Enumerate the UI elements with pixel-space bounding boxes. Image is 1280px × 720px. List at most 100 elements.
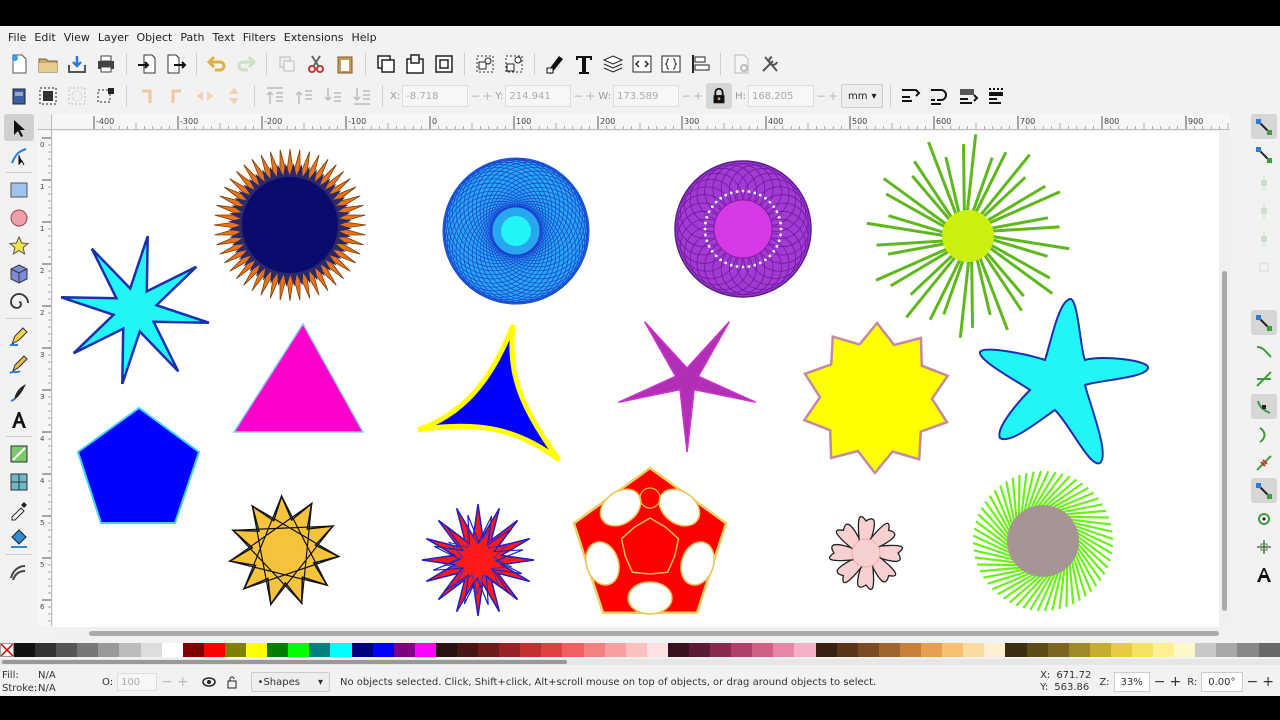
snap-bbox-edges-button[interactable]	[1251, 170, 1277, 195]
palette-swatch[interactable]	[351, 643, 373, 657]
select-all-button[interactable]	[6, 83, 32, 109]
palette-swatch[interactable]	[520, 643, 542, 657]
opacity-input[interactable]: 100	[117, 673, 158, 691]
palette-swatch[interactable]	[541, 643, 563, 657]
blue-three-point-star-shape[interactable]	[417, 324, 562, 462]
ungroup-button[interactable]	[501, 51, 527, 77]
cut-button[interactable]	[303, 51, 329, 77]
vertical-scrollbar[interactable]	[1219, 131, 1230, 627]
menu-help[interactable]: Help	[347, 31, 380, 44]
palette-swatch[interactable]	[921, 643, 943, 657]
palette-swatch[interactable]	[1195, 643, 1217, 657]
palette-swatch[interactable]	[478, 643, 500, 657]
palette-swatch[interactable]	[731, 643, 753, 657]
palette-scrollbar[interactable]	[0, 659, 1280, 665]
menu-view[interactable]: View	[60, 31, 94, 44]
document-properties-button[interactable]	[728, 51, 754, 77]
no-paint-swatch[interactable]	[0, 643, 14, 657]
palette-swatch[interactable]	[942, 643, 964, 657]
eye-icon[interactable]	[201, 674, 217, 690]
green-scribble-circle-shape[interactable]	[972, 470, 1114, 612]
deselect-button[interactable]	[64, 83, 90, 109]
palette-swatch[interactable]	[309, 643, 331, 657]
snap-others-button[interactable]	[1251, 478, 1277, 503]
palette-swatch[interactable]	[372, 643, 394, 657]
copy-button[interactable]	[274, 51, 300, 77]
pen-tool[interactable]	[4, 322, 34, 349]
cyan-eight-point-star-shape[interactable]	[60, 235, 210, 385]
palette-swatch[interactable]	[161, 643, 183, 657]
box3d-tool[interactable]	[4, 260, 34, 287]
palette-swatch[interactable]	[288, 643, 310, 657]
opacity-plus-button[interactable]: +	[177, 674, 189, 690]
star-tool[interactable]	[4, 232, 34, 259]
clone-button[interactable]	[402, 51, 428, 77]
pink-flower-shape[interactable]	[829, 516, 903, 590]
x-plus-button[interactable]: +	[482, 89, 492, 103]
flip-horizontal-button[interactable]	[192, 83, 218, 109]
menu-extensions[interactable]: Extensions	[280, 31, 348, 44]
menu-path[interactable]: Path	[176, 31, 208, 44]
layer-lock-icon[interactable]	[225, 674, 239, 690]
palette-swatch[interactable]	[625, 643, 647, 657]
snap-bbox-button[interactable]	[1251, 142, 1277, 167]
rotate-cw-button[interactable]	[163, 83, 189, 109]
palette-swatch[interactable]	[794, 643, 816, 657]
new-document-button[interactable]	[6, 51, 32, 77]
paintbucket-tool[interactable]	[4, 524, 34, 551]
palette-swatch[interactable]	[689, 643, 711, 657]
palette-swatch[interactable]	[393, 643, 415, 657]
snap-intersections-button[interactable]	[1251, 366, 1277, 391]
palette-swatch[interactable]	[246, 643, 268, 657]
palette-swatch[interactable]	[815, 643, 837, 657]
selectors-button[interactable]	[658, 51, 684, 77]
lower-to-bottom-button[interactable]	[349, 83, 375, 109]
raise-button[interactable]	[291, 83, 317, 109]
palette-swatch[interactable]	[583, 643, 605, 657]
palette-swatch[interactable]	[752, 643, 774, 657]
x-input[interactable]: -8.718	[402, 85, 469, 107]
save-button[interactable]	[64, 51, 90, 77]
palette-swatch[interactable]	[140, 643, 162, 657]
transform-patterns-button[interactable]	[985, 83, 1011, 109]
layers-button[interactable]	[600, 51, 626, 77]
node-tool[interactable]	[4, 142, 34, 169]
menu-text[interactable]: Text	[209, 31, 239, 44]
w-input[interactable]: 173.589	[613, 85, 680, 107]
yellow-ten-point-star-shape[interactable]	[802, 320, 950, 476]
snap-paths-button[interactable]	[1251, 338, 1277, 363]
orange-sunburst-shape[interactable]	[213, 148, 367, 302]
select-all-layers-button[interactable]	[35, 83, 61, 109]
opacity-minus-button[interactable]: −	[161, 674, 173, 690]
palette-swatch[interactable]	[857, 643, 879, 657]
snap-object-center-button[interactable]	[1251, 506, 1277, 531]
snap-bbox-center-button[interactable]	[1251, 254, 1277, 279]
palette-swatch[interactable]	[1026, 643, 1048, 657]
palette-swatch[interactable]	[1005, 643, 1027, 657]
horizontal-scrollbar[interactable]	[53, 627, 1219, 638]
palette-swatch[interactable]	[456, 643, 479, 657]
menu-edit[interactable]: Edit	[30, 31, 59, 44]
w-plus-button[interactable]: +	[693, 89, 703, 103]
transform-gradients-button[interactable]	[956, 83, 982, 109]
fill-stroke-indicator[interactable]: Fill: N/A Stroke: N/A	[0, 669, 80, 695]
h-plus-button[interactable]: +	[828, 89, 838, 103]
yellow-tangled-star-shape[interactable]	[227, 493, 341, 607]
scale-stroke-button[interactable]	[898, 83, 924, 109]
menu-object[interactable]: Object	[133, 31, 177, 44]
menu-filters[interactable]: Filters	[239, 31, 280, 44]
palette-swatch[interactable]	[77, 643, 99, 657]
menu-file[interactable]: File	[4, 31, 30, 44]
menu-layer[interactable]: Layer	[94, 31, 133, 44]
horizontal-scroll-thumb[interactable]	[89, 631, 1219, 636]
xml-editor-button[interactable]	[629, 51, 655, 77]
palette-swatch[interactable]	[14, 643, 36, 657]
palette-swatch[interactable]	[773, 643, 795, 657]
y-plus-button[interactable]: +	[585, 89, 595, 103]
palette-swatch[interactable]	[98, 643, 120, 657]
current-layer-dropdown[interactable]: •Shapes ▾	[250, 672, 330, 692]
snap-bbox-midpoints-button[interactable]	[1251, 226, 1277, 251]
zoom-minus-button[interactable]: −	[1154, 674, 1166, 690]
rotation-plus-button[interactable]: +	[1262, 674, 1274, 690]
h-minus-button[interactable]: −	[816, 89, 826, 103]
